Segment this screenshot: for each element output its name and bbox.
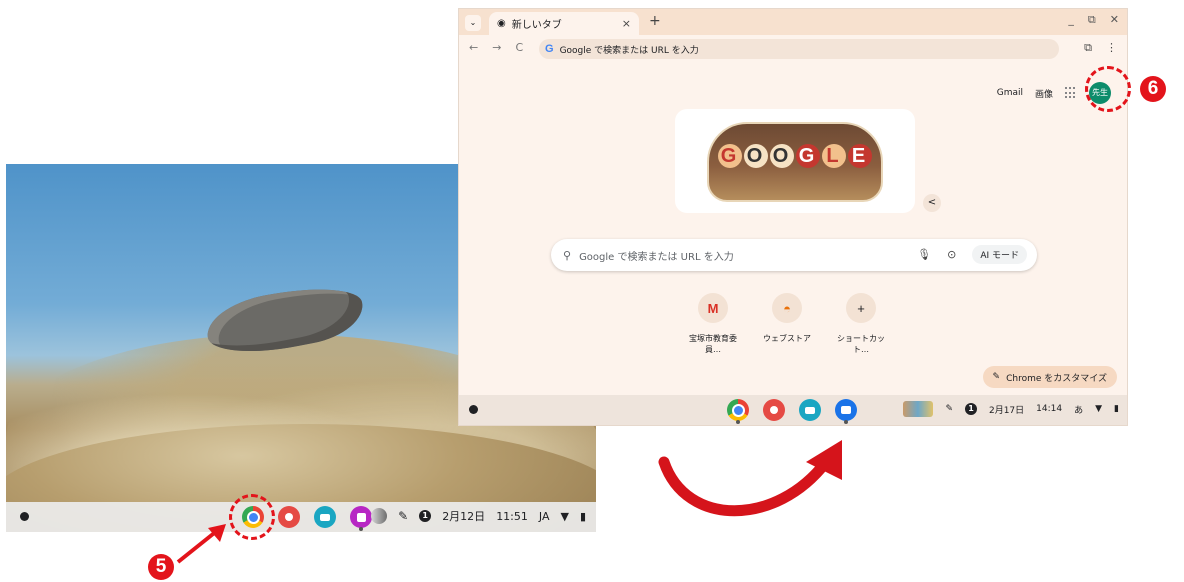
step-marker-6: 6 [1140,76,1166,102]
holding-space-icon[interactable] [371,508,388,524]
google-doodle[interactable]: GOOGLE [707,122,883,202]
tab-title: 新しいタブ [511,20,562,31]
lens-icon[interactable]: ⊙ [947,248,956,261]
gmail-shortcut-icon: M [698,293,728,323]
status-tray[interactable]: ✎ 1 2月17日 14:14 あ ▼ ▮ [903,401,1119,417]
tab-search-icon[interactable]: ⌄ [465,15,481,31]
chrome-icon[interactable] [727,399,749,424]
back-icon[interactable]: ← [469,41,478,54]
highlight-circle-avatar [1085,66,1131,112]
browser-shelf: ✎ 1 2月17日 14:14 あ ▼ ▮ [459,395,1127,425]
shortcut-label: ウェブストア [763,334,811,343]
doodle-letter: O [770,144,794,168]
address-bar[interactable]: G Google で検索または URL を入力 [539,39,1059,59]
shortcut-label: ショートカット… [837,334,885,354]
wifi-icon: ▼ [560,509,569,523]
launcher-button[interactable] [20,512,29,521]
time-label: 14:14 [1036,404,1063,414]
google-g-icon: G [545,43,554,55]
launcher-button[interactable] [469,405,478,414]
share-icon[interactable]: < [923,194,941,212]
shortcut-tile[interactable]: M 宝塚市教育委員… [685,293,741,355]
shortcut-tile[interactable]: ◓ ウェブストア [759,293,815,355]
voice-search-icon[interactable]: 🎙 [917,248,931,261]
stylus-icon[interactable]: ✎ [945,404,953,414]
date-label: 2月12日 [442,510,486,523]
images-link[interactable]: 画像 [1035,87,1053,100]
toolbar: ← → C G Google で検索または URL を入力 ⧉ ⋮ [459,35,1127,63]
arrow-icon [176,524,226,564]
restore-button[interactable]: ⧉ [1088,13,1096,27]
apps-grid-icon[interactable] [1065,87,1077,99]
canvas-app-icon[interactable] [350,506,372,531]
transition-arrow-icon [658,440,842,517]
ime-label: あ [1074,405,1084,416]
window-controls: _ ⧉ ✕ [1068,13,1119,27]
toolbar-actions: ⧉ ⋮ [1084,41,1117,55]
wifi-icon: ▼ [1095,404,1103,414]
battery-icon: ▮ [579,509,586,523]
time-label: 11:51 [496,509,528,523]
search-placeholder: Google で検索または URL を入力 [579,251,734,263]
palette-icon[interactable] [278,506,300,528]
holding-space-icon[interactable] [903,401,934,417]
forward-icon[interactable]: → [492,41,501,54]
menu-icon[interactable]: ⋮ [1106,41,1117,55]
chrome-browser-window: ⌄ ◉ 新しいタブ × + _ ⧉ ✕ ← → C G Google で検索また… [458,8,1128,426]
doodle-letter: O [744,144,768,168]
status-tray[interactable]: ✎ 1 2月12日 11:51 JA ▼ ▮ [371,508,586,524]
chrome-favicon-icon: ◉ [497,18,506,29]
battery-icon: ▮ [1114,404,1119,414]
customize-label: Chrome をカスタマイズ [1006,373,1107,384]
search-actions: 🎙 ⊙ AI モード [917,245,1027,264]
stylus-icon[interactable]: ✎ [398,509,408,523]
shortcut-tile[interactable]: + ショートカット… [833,293,889,355]
doodle-letter: G [718,144,742,168]
desktop-shelf: ✎ 1 2月12日 11:51 JA ▼ ▮ [6,502,596,532]
search-icon: ⚲ [563,248,572,262]
close-window-button[interactable]: ✕ [1110,13,1119,27]
camera-app-icon[interactable] [314,506,336,528]
new-tab-button[interactable]: + [649,13,661,29]
doodle-letter: L [822,144,846,168]
shortcut-tiles: M 宝塚市教育委員… ◓ ウェブストア + ショートカット… [685,293,889,355]
gmail-link[interactable]: Gmail [997,88,1023,98]
doodle-logo: GOOGLE [709,144,881,168]
pencil-icon: ✎ [992,372,1001,382]
navigation-buttons: ← → C [469,41,523,54]
doodle-letter: E [848,144,872,168]
notification-badge[interactable]: 1 [964,403,977,415]
date-label: 2月17日 [988,405,1025,416]
notification-badge[interactable]: 1 [419,510,432,522]
tab-strip: ⌄ ◉ 新しいタブ × + _ ⧉ ✕ [459,9,1127,35]
ime-label: JA [538,509,550,523]
customize-chrome-button[interactable]: ✎ Chrome をカスタマイズ [982,366,1117,388]
files-app-icon[interactable] [835,399,857,424]
add-shortcut-icon: + [846,293,876,323]
doodle-letter: G [796,144,820,168]
ai-mode-button[interactable]: AI モード [972,245,1027,264]
reload-icon[interactable]: C [515,41,523,54]
search-box[interactable]: ⚲ Google で検索または URL を入力 🎙 ⊙ AI モード [551,239,1037,271]
shelf-apps [727,399,857,424]
shortcut-label: 宝塚市教育委員… [689,334,737,354]
camera-app-icon[interactable] [799,399,821,421]
minimize-button[interactable]: _ [1068,13,1074,27]
address-bar-placeholder: Google で検索または URL を入力 [559,45,699,56]
tab-close-icon[interactable]: × [622,17,631,30]
palette-icon[interactable] [763,399,785,421]
tab-new-tab[interactable]: ◉ 新しいタブ × [489,12,639,35]
webstore-shortcut-icon: ◓ [772,293,802,323]
extensions-icon[interactable]: ⧉ [1084,41,1092,55]
